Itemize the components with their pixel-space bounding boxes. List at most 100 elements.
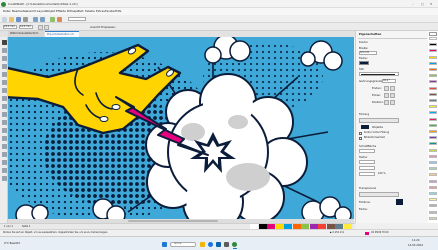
close-button[interactable]: ✕ — [430, 2, 432, 6]
cap-round-button[interactable] — [390, 86, 395, 91]
zoom-level-field[interactable] — [68, 17, 86, 21]
palette-swatch[interactable] — [429, 68, 437, 71]
palette-swatch[interactable] — [429, 61, 437, 65]
interactive-fill-tool-icon[interactable] — [1, 160, 7, 165]
crop-tool-icon[interactable] — [1, 56, 7, 61]
transparency-tool-icon[interactable] — [1, 144, 7, 149]
palette-swatch[interactable] — [429, 92, 437, 96]
menu-tools[interactable]: Extras — [96, 10, 105, 13]
page-counter[interactable]: 1 von 1 — [4, 225, 13, 228]
texture-field[interactable] — [359, 160, 375, 164]
import-icon[interactable] — [50, 16, 55, 22]
palette-swatch[interactable] — [429, 111, 437, 115]
menu-file[interactable]: Datei — [3, 10, 10, 13]
shape-tool-icon[interactable] — [1, 48, 7, 53]
palette-swatch[interactable] — [429, 161, 437, 164]
palette-swatch[interactable] — [429, 148, 437, 152]
rectangle-tool-icon[interactable] — [1, 88, 7, 93]
eyedropper-tool-icon[interactable] — [1, 152, 7, 157]
ellipse-tool-icon[interactable] — [1, 96, 7, 101]
palette-swatch[interactable] — [429, 130, 437, 133]
print-icon[interactable] — [23, 16, 28, 22]
coreldraw-icon[interactable] — [232, 241, 237, 247]
start-icon[interactable] — [162, 241, 167, 247]
new-icon[interactable] — [2, 16, 7, 22]
palette-swatch[interactable] — [429, 99, 437, 102]
section-outline[interactable]: Kontur — [359, 41, 368, 44]
fill-type-bar[interactable] — [359, 118, 399, 123]
clock-time[interactable]: 11:24 — [412, 239, 419, 243]
drop-shadow-tool-icon[interactable] — [1, 136, 7, 141]
no-color-swatch[interactable] — [429, 32, 437, 36]
palette-swatch[interactable] — [429, 210, 437, 214]
drawing-canvas[interactable] — [8, 37, 354, 219]
menu-object[interactable]: Objekt — [46, 10, 55, 13]
palette-swatch[interactable] — [429, 216, 437, 220]
section-transparency[interactable]: Transparenz — [359, 187, 376, 190]
mail-icon[interactable] — [216, 241, 221, 247]
palette-swatch[interactable] — [429, 49, 437, 53]
section-fill[interactable]: Füllung — [359, 113, 369, 116]
palette-swatch[interactable] — [429, 117, 437, 121]
palette-swatch[interactable] — [429, 123, 437, 127]
palette-swatch[interactable] — [429, 167, 437, 171]
palette-swatch[interactable] — [429, 185, 437, 189]
palette-swatch[interactable] — [429, 37, 437, 40]
page-tab[interactable]: Seite 1 — [22, 225, 30, 228]
browser-icon[interactable] — [208, 241, 213, 247]
maximize-button[interactable]: □ — [421, 2, 424, 6]
palette-swatch[interactable] — [429, 43, 437, 47]
texture-angle-field[interactable] — [359, 172, 375, 176]
polygon-tool-icon[interactable] — [1, 104, 7, 109]
smart-fill-tool-icon[interactable] — [1, 168, 7, 173]
menu-effects[interactable]: Effekte — [56, 10, 66, 13]
palette-swatch[interactable] — [429, 86, 437, 90]
screen-units-checkbox[interactable] — [359, 137, 362, 140]
scroll-thumb[interactable] — [128, 219, 218, 223]
open-icon[interactable] — [9, 16, 14, 22]
pick-tool-icon[interactable] — [1, 40, 7, 45]
fill-color-swatch[interactable] — [361, 125, 369, 129]
store-icon[interactable] — [224, 241, 229, 247]
menu-text[interactable]: Text — [78, 10, 84, 13]
position-outside-button[interactable] — [384, 100, 389, 105]
freehand-tool-icon[interactable] — [1, 72, 7, 77]
redo-icon[interactable] — [40, 16, 45, 22]
palette-swatch[interactable] — [429, 179, 437, 183]
palette-swatch[interactable] — [429, 154, 437, 158]
cap-butt-button[interactable] — [384, 86, 389, 91]
export-icon[interactable] — [57, 16, 62, 22]
corner-round-button[interactable] — [390, 93, 395, 98]
transparency-type-bar[interactable] — [359, 192, 399, 197]
outline-color-swatch[interactable] — [359, 61, 369, 65]
palette-swatch[interactable] — [429, 192, 437, 195]
behind-fill-checkbox[interactable] — [359, 132, 362, 135]
menu-view[interactable]: Ansicht — [26, 10, 36, 13]
clock-date[interactable]: 14.03.2024 — [408, 244, 423, 248]
palette-swatch[interactable] — [429, 105, 437, 109]
texture-size-field[interactable] — [359, 166, 375, 170]
fill-line-swatch[interactable] — [396, 199, 403, 205]
corner-miter-button[interactable] — [384, 93, 389, 98]
palette-swatch[interactable] — [429, 80, 437, 84]
parallel-dimension-tool-icon[interactable] — [1, 120, 7, 125]
text-tool-icon[interactable] — [1, 112, 7, 117]
button-field[interactable] — [359, 149, 375, 153]
menu-help[interactable]: Hilfe — [115, 10, 121, 13]
palette-swatch[interactable] — [429, 74, 437, 78]
palette-swatch[interactable] — [429, 142, 437, 146]
palette-swatch[interactable] — [429, 136, 437, 140]
palette-swatch[interactable] — [429, 198, 437, 202]
mirror-v-button[interactable] — [44, 24, 49, 30]
add-tool-icon[interactable] — [1, 176, 7, 181]
palette-swatch[interactable] — [429, 55, 437, 59]
undo-icon[interactable] — [33, 16, 38, 22]
connector-tool-icon[interactable] — [1, 128, 7, 133]
save-icon[interactable] — [16, 16, 21, 22]
menu-window[interactable]: Fenster — [105, 10, 115, 13]
menu-table[interactable]: Tabelle — [85, 10, 95, 13]
palette-swatch[interactable] — [429, 204, 437, 208]
zoom-select[interactable]: Ansicht Einpassen — [90, 25, 115, 29]
zoom-tool-icon[interactable] — [1, 64, 7, 69]
mirror-h-button[interactable] — [38, 24, 43, 30]
